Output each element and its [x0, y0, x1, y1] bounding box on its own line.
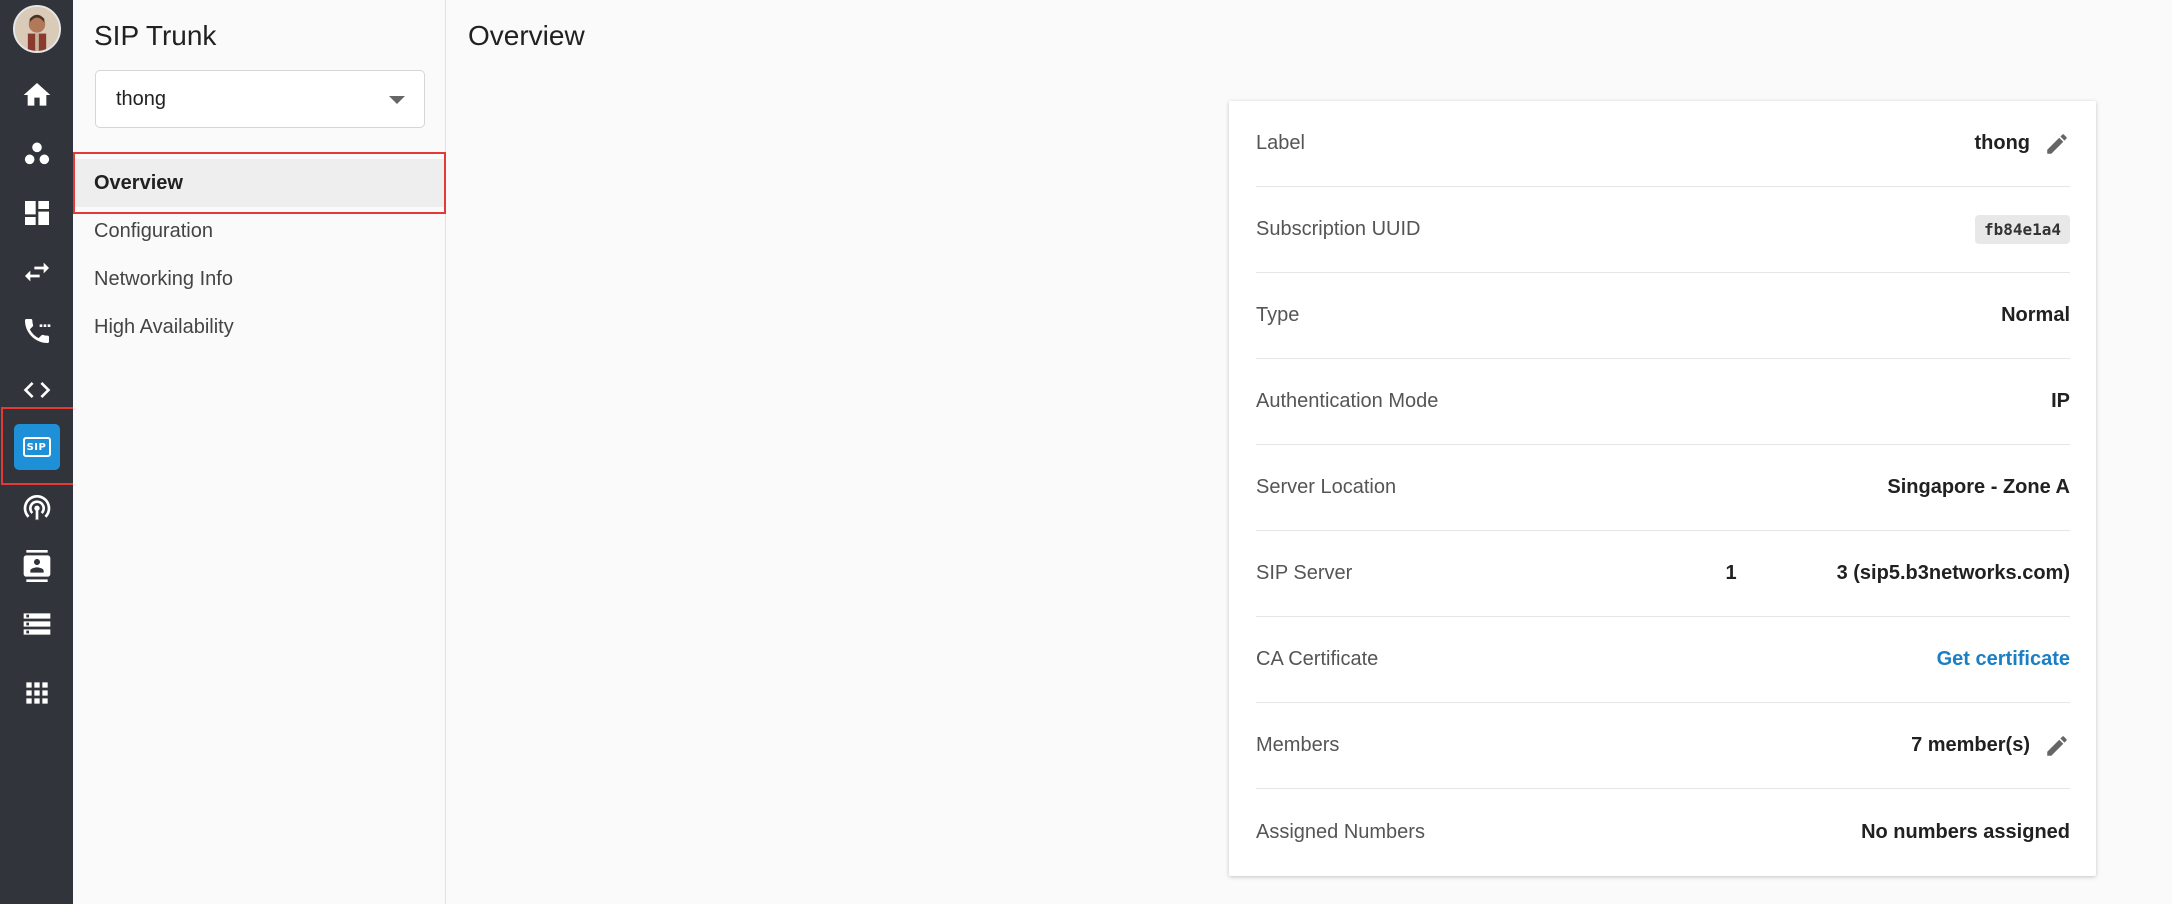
detail-label: Subscription UUID: [1256, 218, 1421, 240]
detail-label: Type: [1256, 304, 1300, 326]
label-value: thong: [1974, 132, 2030, 154]
detail-value: 7 member(s): [1911, 733, 2070, 759]
detail-row-auth-mode: Authentication Mode IP: [1256, 359, 2070, 445]
nav-item-networking-info[interactable]: Networking Info: [73, 255, 446, 303]
detail-label: Label: [1256, 132, 1305, 154]
detail-row-label: Label thong: [1256, 101, 2070, 187]
avatar-image: [15, 7, 59, 51]
nav-item-label: High Availability: [94, 315, 234, 338]
overview-card: Label thong Subscription UUID fb84e1a4 T…: [1229, 101, 2096, 876]
page-title: Overview: [468, 20, 585, 51]
broadcast-icon[interactable]: [0, 479, 73, 535]
detail-label: CA Certificate: [1256, 648, 1379, 670]
sip-server-value: 1 3 (sip5.b3networks.com): [1725, 562, 2070, 585]
detail-value: thong: [1974, 131, 2070, 157]
transfer-icon[interactable]: [0, 244, 73, 300]
edit-label-icon[interactable]: [2044, 131, 2070, 157]
nav-item-label: Configuration: [94, 219, 213, 242]
get-certificate-link[interactable]: Get certificate: [1937, 648, 2070, 671]
detail-row-subscription-uuid: Subscription UUID fb84e1a4: [1256, 187, 2070, 273]
sip-server-host: 3 (sip5.b3networks.com): [1836, 562, 2070, 584]
phone-icon[interactable]: [0, 303, 73, 359]
user-avatar[interactable]: [13, 5, 61, 53]
trunk-select[interactable]: thong: [95, 70, 425, 128]
sip-trunk-sidenav: SIP Trunk thong Overview Configuration N…: [73, 0, 446, 904]
detail-label: Members: [1256, 734, 1340, 756]
detail-row-sip-server: SIP Server 1 3 (sip5.b3networks.com): [1256, 531, 2070, 617]
chevron-down-icon: [389, 96, 405, 104]
detail-row-ca-certificate: CA Certificate Get certificate: [1256, 617, 2070, 703]
nav-item-label: Networking Info: [94, 267, 233, 290]
edit-members-icon[interactable]: [2044, 733, 2070, 759]
sip-server-index: 1: [1725, 562, 1737, 584]
nav-item-configuration[interactable]: Configuration: [73, 207, 446, 255]
detail-value: Singapore - Zone A: [1887, 476, 2070, 498]
uuid-chip[interactable]: fb84e1a4: [1974, 215, 2070, 244]
detail-label: Assigned Numbers: [1256, 820, 1425, 843]
trunk-select-value: thong: [116, 88, 167, 110]
detail-row-members: Members 7 member(s): [1256, 703, 2070, 789]
detail-label: Authentication Mode: [1256, 390, 1439, 412]
detail-row-type: Type Normal: [1256, 273, 2070, 359]
sip-highlight-box: [1, 407, 81, 485]
detail-label: SIP Server: [1256, 562, 1353, 584]
overview-highlight-box: [73, 152, 446, 214]
nav-item-high-availability[interactable]: High Availability: [73, 303, 446, 351]
detail-label: Server Location: [1256, 476, 1397, 498]
team-icon[interactable]: [0, 126, 73, 182]
detail-value: IP: [2051, 390, 2070, 412]
sidenav-title: SIP Trunk: [94, 20, 217, 51]
contacts-icon[interactable]: [0, 538, 73, 594]
storage-icon[interactable]: [0, 596, 73, 652]
detail-row-server-location: Server Location Singapore - Zone A: [1256, 445, 2070, 531]
dashboard-icon[interactable]: [0, 185, 73, 241]
detail-row-assigned-numbers: Assigned Numbers No numbers assigned: [1256, 789, 2070, 875]
detail-value: No numbers assigned: [1861, 820, 2070, 843]
apps-grid-icon[interactable]: [0, 665, 73, 721]
members-value: 7 member(s): [1911, 734, 2030, 756]
detail-value: Normal: [2001, 304, 2070, 326]
home-icon[interactable]: [0, 67, 73, 123]
